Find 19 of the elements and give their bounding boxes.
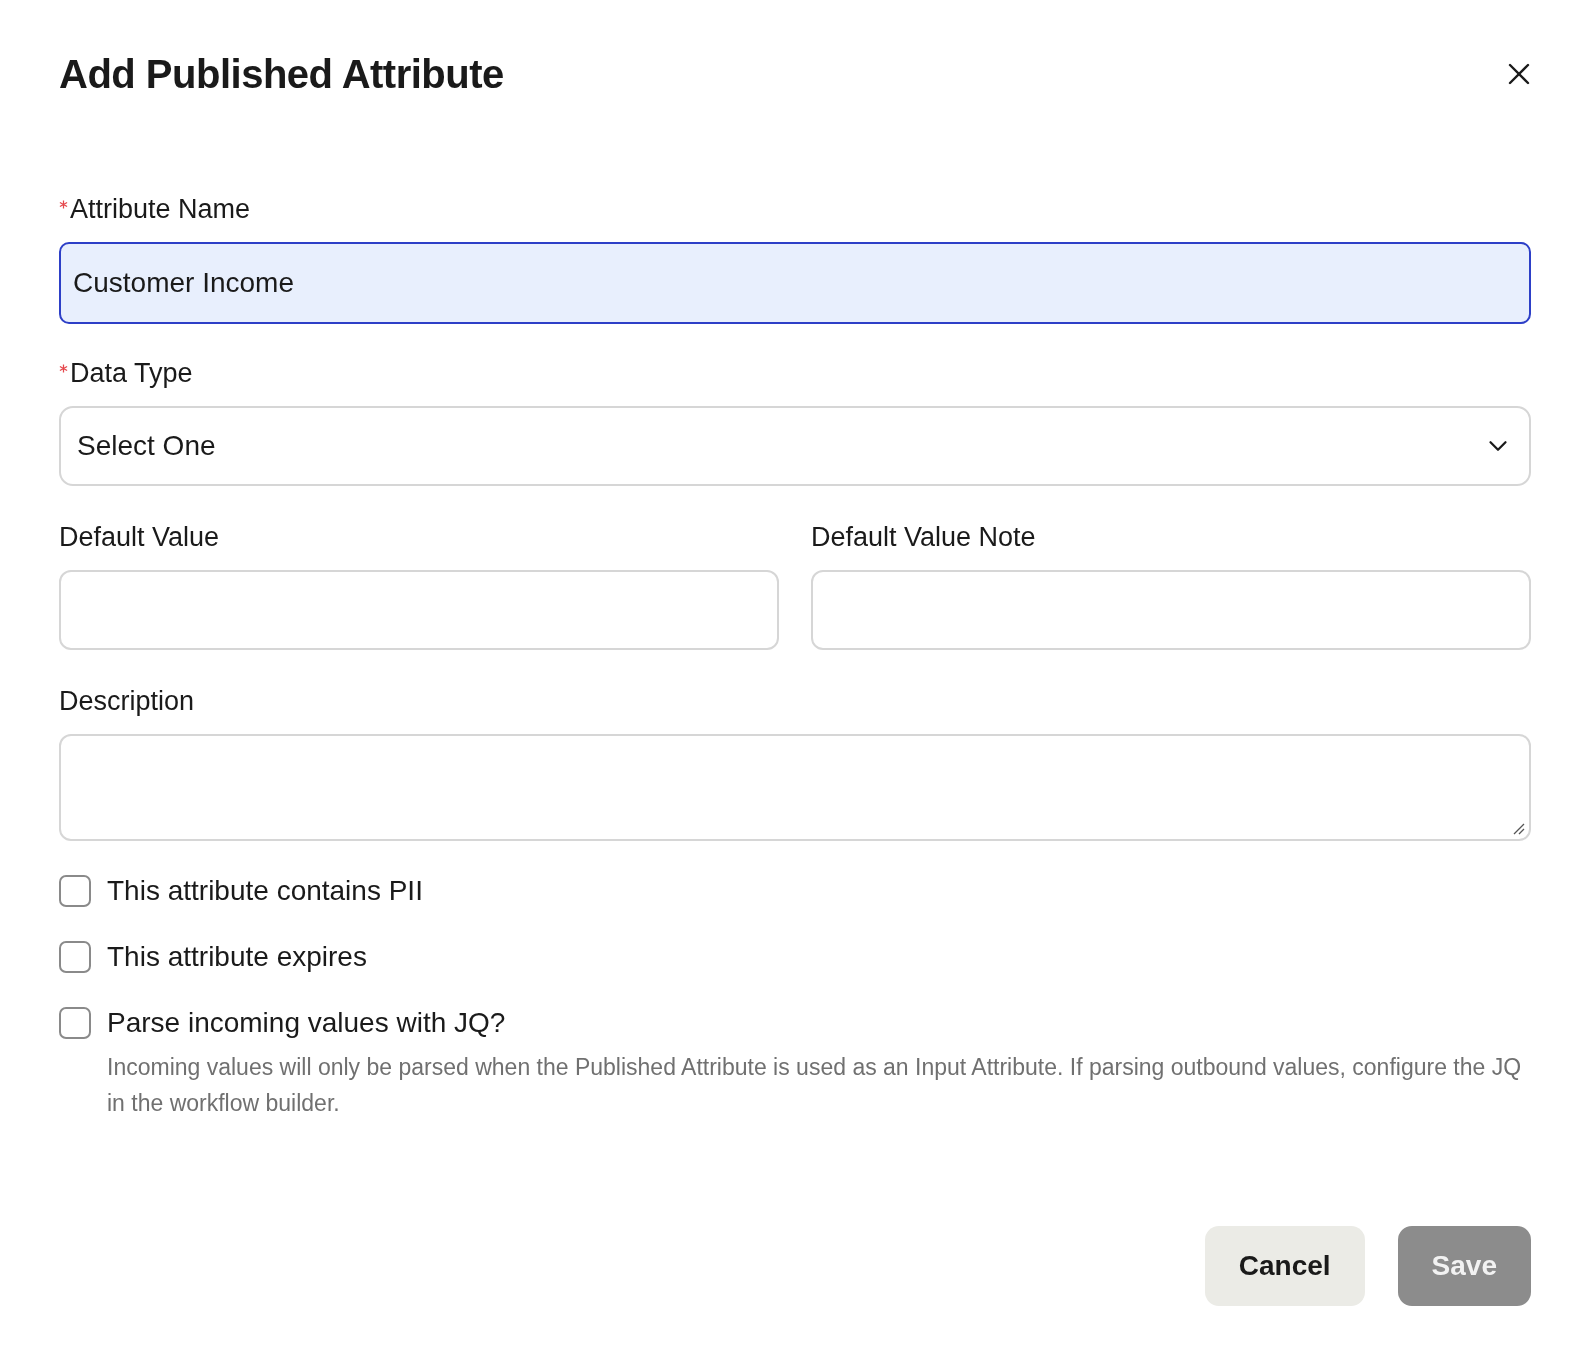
input-field[interactable]: Customer Income xyxy=(59,242,1531,324)
field-label: Description xyxy=(59,685,195,718)
cancel-button[interactable]: Cancel xyxy=(1204,1226,1365,1306)
field-label: Default Value xyxy=(59,521,220,554)
input-field[interactable] xyxy=(59,570,779,650)
help-text: Incoming values will only be parsed when the Published Attribute is used as an Input Attribute. If parsing outbound values, configure the JQ in the workflow builder. xyxy=(107,1053,1523,1118)
field-label: Data Type xyxy=(70,357,193,390)
input-field[interactable] xyxy=(811,570,1531,650)
field-label: Default Value Note xyxy=(811,521,1036,554)
select-field[interactable]: Select One xyxy=(59,406,1531,486)
dialog-title: Add Published Attribute xyxy=(59,51,504,98)
checkbox-label: This attribute contains PII xyxy=(107,874,423,908)
checkbox[interactable] xyxy=(59,941,91,973)
checkbox[interactable] xyxy=(59,1007,91,1039)
checkbox-label: Parse incoming values with JQ? xyxy=(107,1006,507,1040)
field-label: Attribute Name xyxy=(70,193,251,226)
checkbox-label: This attribute expires xyxy=(107,940,367,974)
resize-handle-icon xyxy=(1511,821,1525,835)
checkbox[interactable] xyxy=(59,875,91,907)
